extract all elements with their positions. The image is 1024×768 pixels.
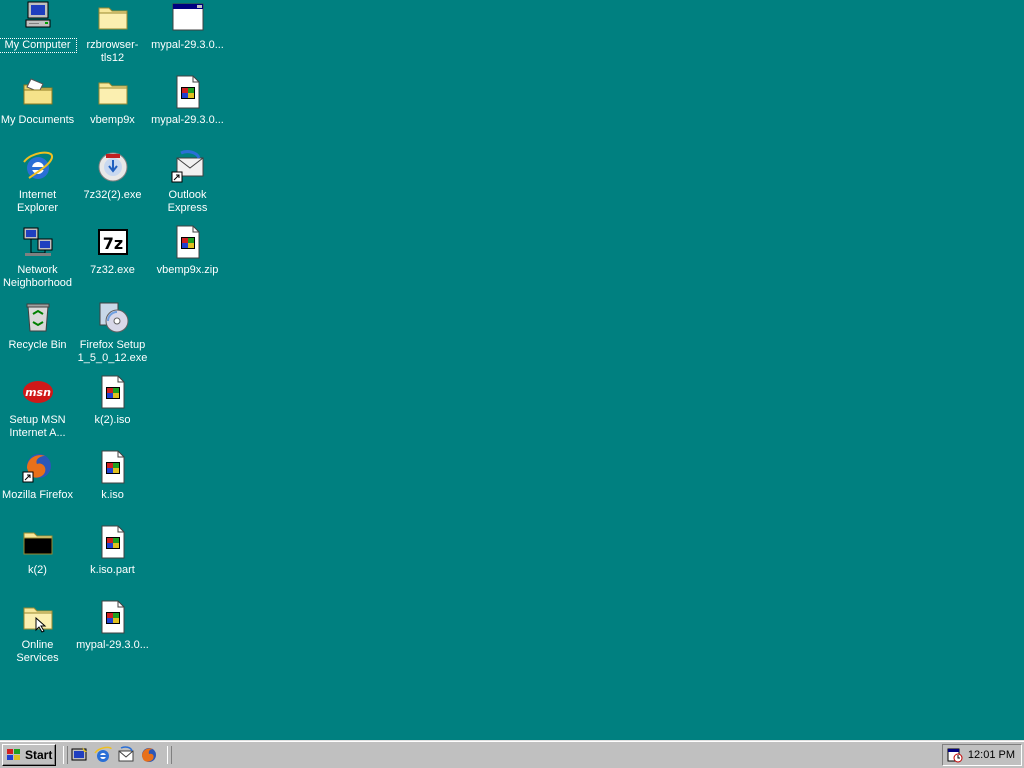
start-button[interactable]: Start [2, 744, 56, 766]
desktop-icon-label: k(2) [28, 564, 47, 576]
folder-icon [21, 525, 55, 559]
desktop-icon-mypal-2[interactable]: mypal-29.3.0... [150, 75, 225, 150]
taskbar: Start 12:01 PM [0, 740, 1024, 768]
desktop-icon-k2-folder[interactable]: k(2) [0, 525, 75, 600]
desktop-icon-k-iso-part[interactable]: k.iso.part [75, 525, 150, 600]
msn-icon: msn [21, 375, 55, 409]
desktop-icon-label: mypal-29.3.0... [151, 39, 224, 51]
setup-icon [96, 300, 130, 334]
desktop-icon-outlook-express[interactable]: Outlook Express [150, 150, 225, 225]
firefox-icon[interactable] [140, 746, 158, 764]
desktop-icon-label: k.iso.part [90, 564, 135, 576]
desktop-icon-network-neighborhood[interactable]: Network Neighborhood [0, 225, 75, 300]
desktop-icon-firefox-setup[interactable]: Firefox Setup 1_5_0_12.exe [75, 300, 150, 375]
desktop-icon-label: Firefox Setup 1_5_0_12.exe [77, 339, 148, 364]
windows-logo-icon [7, 749, 20, 760]
desktop-icon-label: mypal-29.3.0... [76, 639, 149, 651]
desktop-icon-label: rzbrowser-tls12 [86, 39, 139, 64]
file-icon [96, 600, 130, 634]
desktop-icon-label: 7z32(2).exe [83, 189, 142, 201]
desktop-icon-label: Setup MSN Internet A... [9, 414, 66, 439]
7zip-icon: 7z [96, 225, 130, 259]
window-icon [171, 0, 205, 34]
desktop-icon-online-services[interactable]: Online Services [0, 600, 75, 675]
folder-icon [21, 600, 55, 634]
desktop-icon-recycle-bin[interactable]: Recycle Bin [0, 300, 75, 375]
internet-explorer-icon [21, 150, 55, 184]
desktop-icon-label: Online Services [16, 639, 59, 664]
taskbar-grip[interactable] [167, 746, 172, 764]
installer-icon [96, 150, 130, 184]
desktop-icon-label: Outlook Express [167, 189, 208, 214]
my-documents-icon [21, 75, 55, 109]
desktop-icon-k2-iso[interactable]: k(2).iso [75, 375, 150, 450]
folder-icon [96, 75, 130, 109]
desktop-icon-label: Network Neighborhood [2, 264, 73, 289]
network-neighborhood-icon [21, 225, 55, 259]
svg-text:msn: msn [25, 386, 51, 399]
svg-text:7z: 7z [102, 234, 122, 253]
desktop-icon-label: My Documents [0, 114, 75, 126]
desktop-icon-7z32-exe[interactable]: 7z 7z32.exe [75, 225, 150, 300]
desktop-icon-internet-explorer[interactable]: Internet Explorer [0, 150, 75, 225]
file-icon [171, 75, 205, 109]
desktop-icon-setup-msn[interactable]: msn Setup MSN Internet A... [0, 375, 75, 450]
recycle-bin-icon [21, 300, 55, 334]
folder-icon [96, 0, 130, 34]
file-icon [96, 375, 130, 409]
firefox-icon [21, 450, 55, 484]
desktop-icon-7z32-2-exe[interactable]: 7z32(2).exe [75, 150, 150, 225]
clock[interactable]: 12:01 PM [968, 749, 1015, 761]
desktop-icon-label: k(2).iso [94, 414, 131, 426]
desktop-icon-rzbrowser-tls12[interactable]: rzbrowser-tls12 [75, 0, 150, 75]
desktop-icon-mozilla-firefox[interactable]: Mozilla Firefox [0, 450, 75, 525]
start-label: Start [25, 748, 53, 762]
desktop-icon-label: mypal-29.3.0... [151, 114, 224, 126]
file-icon [171, 225, 205, 259]
file-icon [96, 525, 130, 559]
desktop-icon-vbemp9x-folder[interactable]: vbemp9x [75, 75, 150, 150]
desktop[interactable]: My Computer My Documents Internet Explor… [0, 0, 1024, 740]
file-icon [96, 450, 130, 484]
desktop-icon-vbemp9x-zip[interactable]: vbemp9x.zip [150, 225, 225, 300]
desktop-icon-label: Recycle Bin [8, 339, 67, 351]
desktop-icon-label: vbemp9x.zip [156, 264, 219, 276]
desktop-icon-k-iso[interactable]: k.iso [75, 450, 150, 525]
desktop-icon-label: Internet Explorer [17, 189, 58, 214]
desktop-icon-my-computer[interactable]: My Computer [0, 0, 77, 75]
scheduler-icon[interactable] [947, 747, 963, 763]
desktop-icon-label: 7z32.exe [90, 264, 135, 276]
desktop-icon-label: k.iso [101, 489, 124, 501]
internet-explorer-icon[interactable] [94, 746, 112, 764]
outlook-express-icon[interactable] [117, 746, 135, 764]
desktop-icon-label: My Computer [0, 38, 77, 53]
desktop-icon-my-documents[interactable]: My Documents [0, 75, 75, 150]
show-desktop-icon[interactable] [71, 746, 89, 764]
desktop-icon-label: Mozilla Firefox [2, 489, 73, 501]
outlook-express-icon [171, 150, 205, 184]
desktop-icon-mypal-1[interactable]: mypal-29.3.0... [150, 0, 225, 75]
desktop-icon-label: vbemp9x [90, 114, 135, 126]
system-tray: 12:01 PM [942, 744, 1022, 766]
desktop-icon-mypal-3[interactable]: mypal-29.3.0... [75, 600, 150, 675]
quick-launch-grip[interactable] [63, 746, 68, 764]
my-computer-icon [21, 0, 55, 34]
